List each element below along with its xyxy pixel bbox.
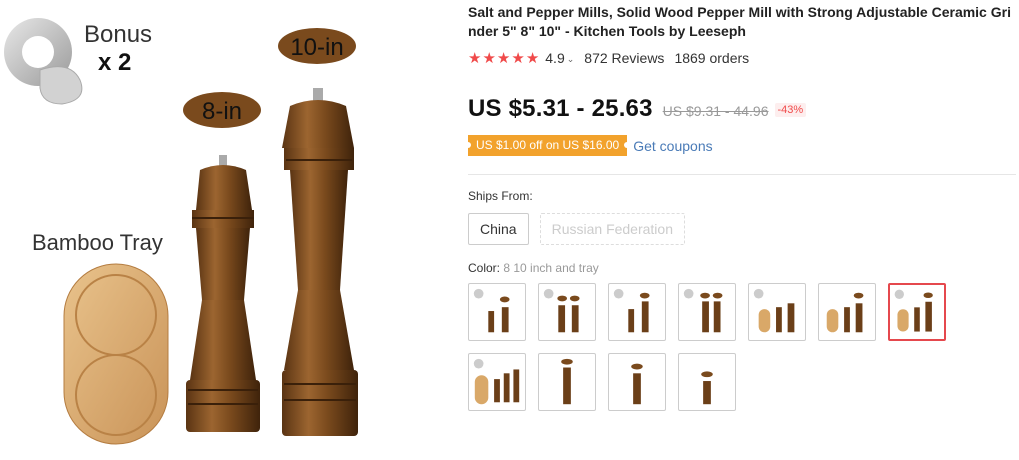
star-icon: ★ [525,49,540,67]
variant-thumb-5[interactable] [748,283,806,341]
variant-thumb-6[interactable] [818,283,876,341]
variant-thumb-3[interactable] [608,283,666,341]
variant-thumb-11[interactable] [678,353,736,411]
variant-thumb-1[interactable] [468,283,526,341]
pepper-mill-8in-icon [186,155,260,432]
bonus-grinder-icon [4,18,83,105]
product-main-image[interactable]: Bonus x 2 10-in 8-in Bamboo Tray [0,0,440,460]
rating-row: ★ ★ ★ ★ ★ 4.9 ⌄ 872 Reviews 1869 orders [468,48,1016,68]
ships-from-option-russia[interactable]: Russian Federation [539,213,685,245]
orders-count: 1869 orders [674,50,750,66]
variant-thumb-4[interactable] [678,283,736,341]
color-selected-value: 8 10 inch and tray [503,261,599,275]
star-icon: ★ [482,49,496,67]
ships-from-options: China Russian Federation [468,213,1016,245]
ships-from-option-china[interactable]: China [468,213,529,245]
tray-label: Bamboo Tray [32,230,163,255]
product-info-panel: Salt and Pepper Mills, Solid Wood Pepper… [464,0,1016,411]
star-icon: ★ [468,49,482,67]
star-icon: ★ [496,49,511,67]
pepper-mill-10in-icon [282,88,358,436]
bonus-text: Bonus [84,21,152,48]
color-variant-grid [468,283,1016,411]
reviews-link[interactable]: 872 Reviews [584,50,664,66]
color-label-text: Color: [468,261,501,275]
ships-from-label: Ships From: [468,189,533,203]
label-10-in: 10-in [290,34,343,61]
label-8-in: 8-in [202,98,242,125]
get-coupons-link[interactable]: Get coupons [633,138,712,154]
product-image-drawing: Bonus x 2 10-in 8-in Bamboo Tray [4,18,358,445]
divider [468,174,1016,175]
coupon-row: US $1.00 off on US $16.00 Get coupons [464,135,1016,156]
coupon-badge: US $1.00 off on US $16.00 [464,135,631,156]
variant-thumb-10[interactable] [608,353,666,411]
color-label: Color: 8 10 inch and tray [468,261,1016,275]
original-price: US $9.31 - 44.96 [662,103,769,119]
variant-thumb-8[interactable] [468,353,526,411]
star-icon: ★ [511,49,525,67]
product-title: Salt and Pepper Mills, Solid Wood Pepper… [468,4,1011,39]
bamboo-tray-icon [63,263,169,445]
rating-score[interactable]: 4.9 [545,50,564,66]
current-price: US $5.31 - 25.63 [468,95,653,122]
bonus-count: x 2 [98,49,131,76]
discount-badge: -43% [774,103,807,117]
variant-thumb-2[interactable] [538,283,596,341]
variant-thumb-7-selected[interactable] [888,283,946,341]
chevron-down-icon[interactable]: ⌄ [567,54,575,65]
variant-thumb-9[interactable] [538,353,596,411]
rating-stars: ★ ★ ★ ★ ★ [468,51,539,66]
price-row: US $5.31 - 25.63 US $9.31 - 44.96 -43% [468,95,1016,123]
